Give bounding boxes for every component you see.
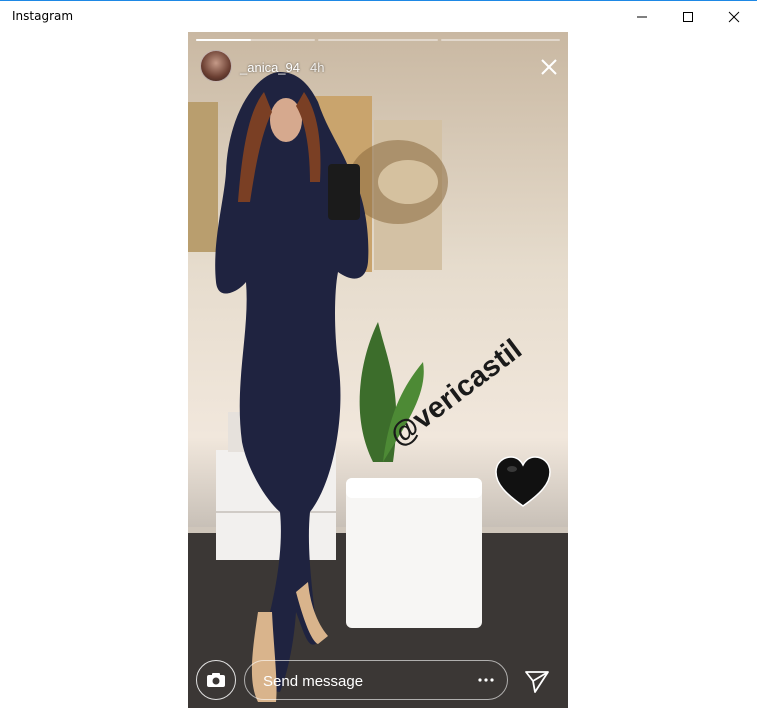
avatar[interactable]	[200, 50, 232, 82]
story-username[interactable]: _anica_94	[240, 60, 300, 75]
black-heart-icon	[495, 456, 551, 507]
story-progress	[196, 39, 560, 42]
send-icon	[525, 671, 549, 693]
message-placeholder: Send message	[263, 673, 364, 690]
send-button[interactable]	[524, 668, 550, 694]
more-options-button[interactable]	[474, 664, 498, 696]
send-message-input[interactable]: Send message	[244, 660, 508, 700]
camera-icon	[207, 673, 225, 687]
maximize-icon	[683, 12, 693, 22]
story-time: 4h	[310, 60, 325, 75]
minimize-button[interactable]	[619, 2, 665, 32]
maximize-button[interactable]	[665, 2, 711, 32]
progress-segment	[440, 39, 560, 41]
close-icon	[728, 11, 740, 23]
minimize-icon	[637, 16, 647, 18]
more-horizontal-icon	[478, 678, 494, 682]
close-window-button[interactable]	[711, 2, 757, 32]
close-icon	[541, 59, 557, 75]
close-story-button[interactable]	[538, 56, 560, 78]
window-title: Instagram	[12, 9, 74, 23]
progress-segment	[318, 39, 438, 41]
story-viewer[interactable]: _anica_94 4h @vericastil Send message	[188, 32, 568, 708]
camera-button[interactable]	[196, 660, 236, 700]
window-titlebar: Instagram	[0, 0, 757, 32]
progress-segment	[196, 39, 316, 41]
